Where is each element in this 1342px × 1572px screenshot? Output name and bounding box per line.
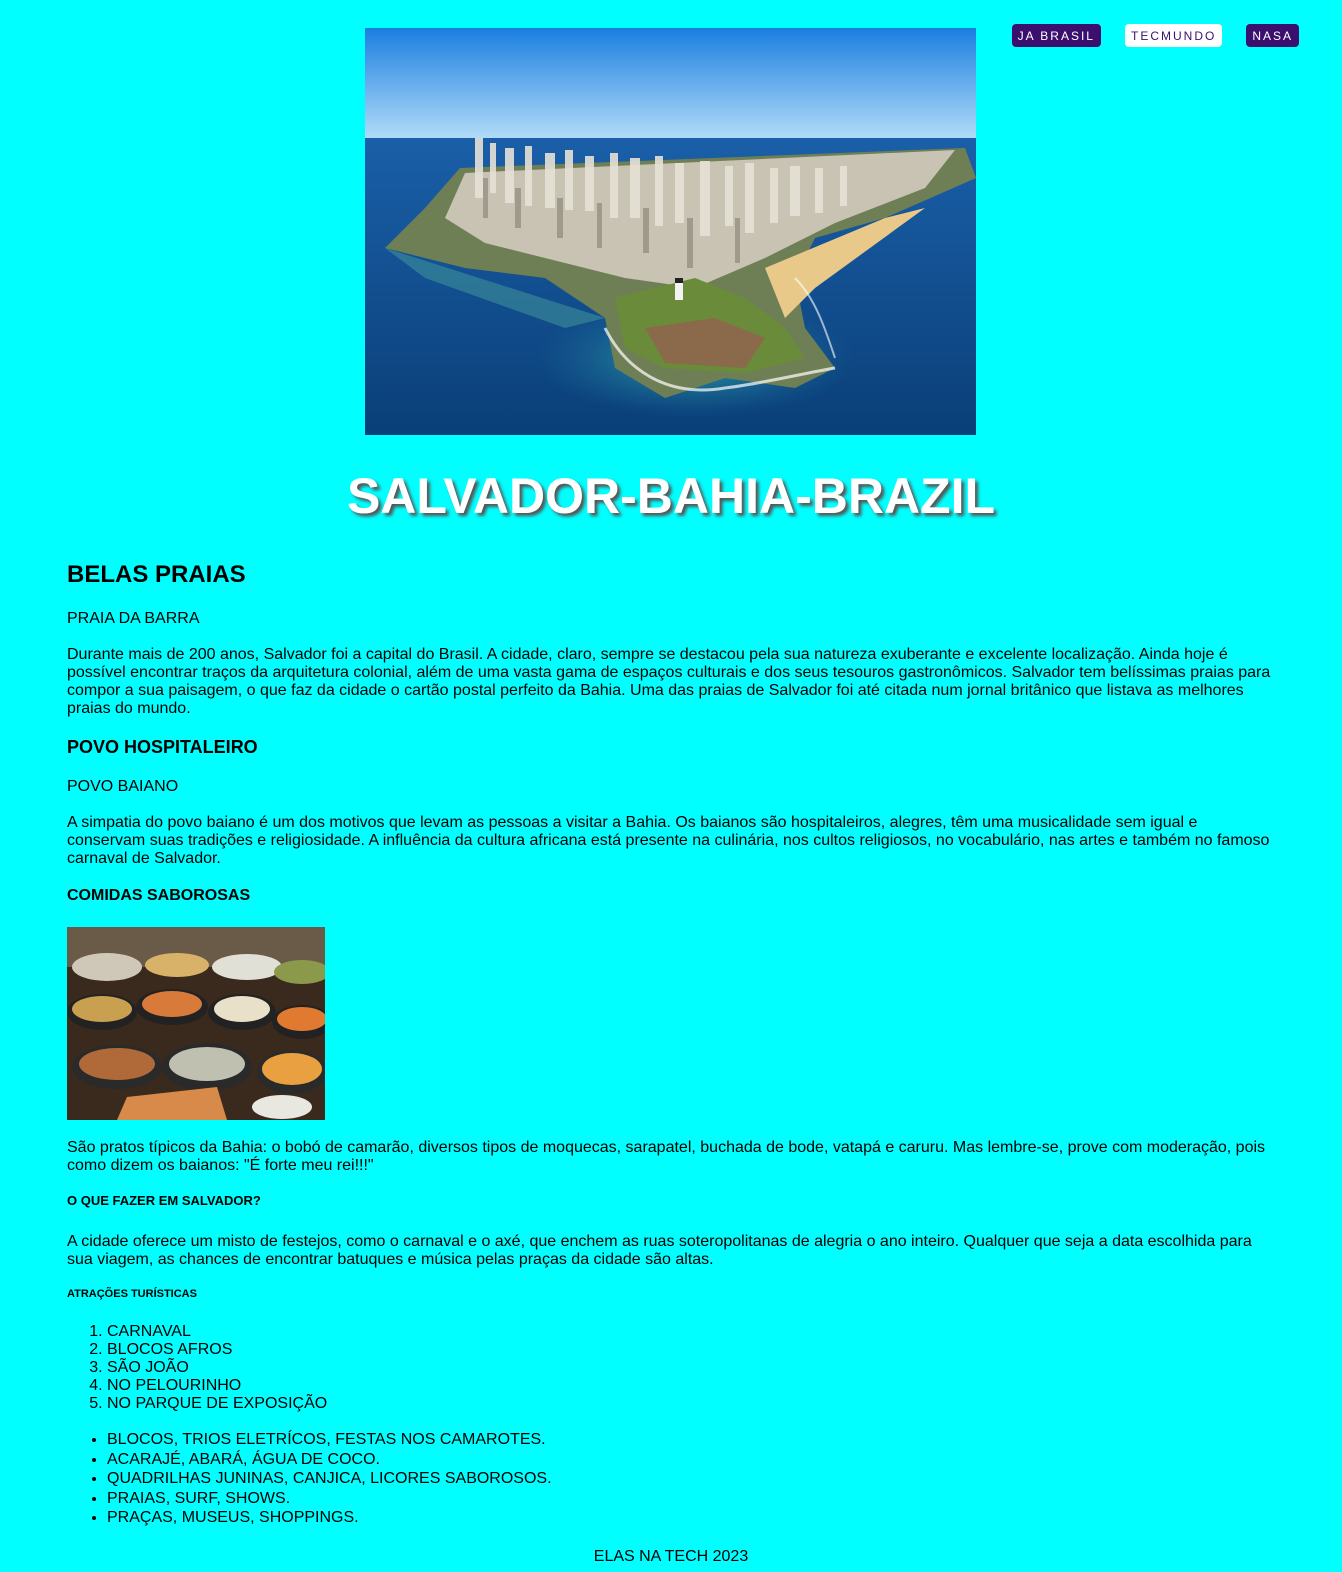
top-nav: JA BRASIL TECMUNDO NASA [1011,24,1299,47]
list-item: SÃO JOÃO [107,1359,1277,1377]
list-item: NO PELOURINHO [107,1377,1277,1395]
footer-text: ELAS NA TECH 2023 [593,1548,749,1565]
list-item: PRAÇAS, MUSEUS, SHOPPINGS. [107,1508,1277,1528]
food-photo [67,927,325,1120]
section-text-fazer: A cidade oferece um misto de festejos, c… [67,1233,1252,1268]
list-item: NO PARQUE DE EXPOSIÇÃO [107,1395,1277,1413]
section-subheading-povo: POVO BAIANO [67,778,179,795]
salvador-aerial-photo [365,28,976,435]
list-item: CARNAVAL [107,1323,1277,1341]
list-item: BLOCOS, TRIOS ELETRÍCOS, FESTAS NOS CAMA… [107,1430,1277,1450]
list-item: QUADRILHAS JUNINAS, CANJICA, LICORES SAB… [107,1469,1277,1489]
nav-link-nasa[interactable]: NASA [1246,24,1299,47]
section-text-povo: A simpatia do povo baiano é um dos motiv… [67,814,1270,867]
section-heading-fazer: O QUE FAZER EM SALVADOR? [67,1193,261,1208]
list-item: PRAIAS, SURF, SHOWS. [107,1489,1277,1509]
nav-link-tecmundo[interactable]: TECMUNDO [1124,24,1223,47]
list-item: BLOCOS AFROS [107,1341,1277,1359]
section-text-comidas: São pratos típicos da Bahia: o bobó de c… [67,1139,1266,1174]
page-title: SALVADOR-BAHIA-BRAZIL [346,468,996,524]
hero-image [365,28,976,435]
section-text-praias: Durante mais de 200 anos, Salvador foi a… [67,646,1271,717]
list-item: ACARAJÉ, ABARÁ, ÁGUA DE COCO. [107,1450,1277,1470]
section-subheading-praias: PRAIA DA BARRA [67,610,200,627]
attractions-ordered-list: CARNAVAL BLOCOS AFROS SÃO JOÃO NO PELOUR… [67,1323,1277,1413]
main-content: BELAS PRAIAS PRAIA DA BARRA Durante mais… [67,560,1277,1545]
section-heading-atracoes: ATRAÇÕES TURÍSTICAS [67,1288,197,1300]
nav-link-ja-brasil[interactable]: JA BRASIL [1011,24,1101,47]
attractions-bullet-list: BLOCOS, TRIOS ELETRÍCOS, FESTAS NOS CAMA… [67,1430,1277,1528]
section-heading-povo: POVO HOSPITALEIRO [67,737,258,757]
section-heading-praias: BELAS PRAIAS [67,561,246,588]
section-heading-comidas: COMIDAS SABOROSAS [67,887,251,904]
